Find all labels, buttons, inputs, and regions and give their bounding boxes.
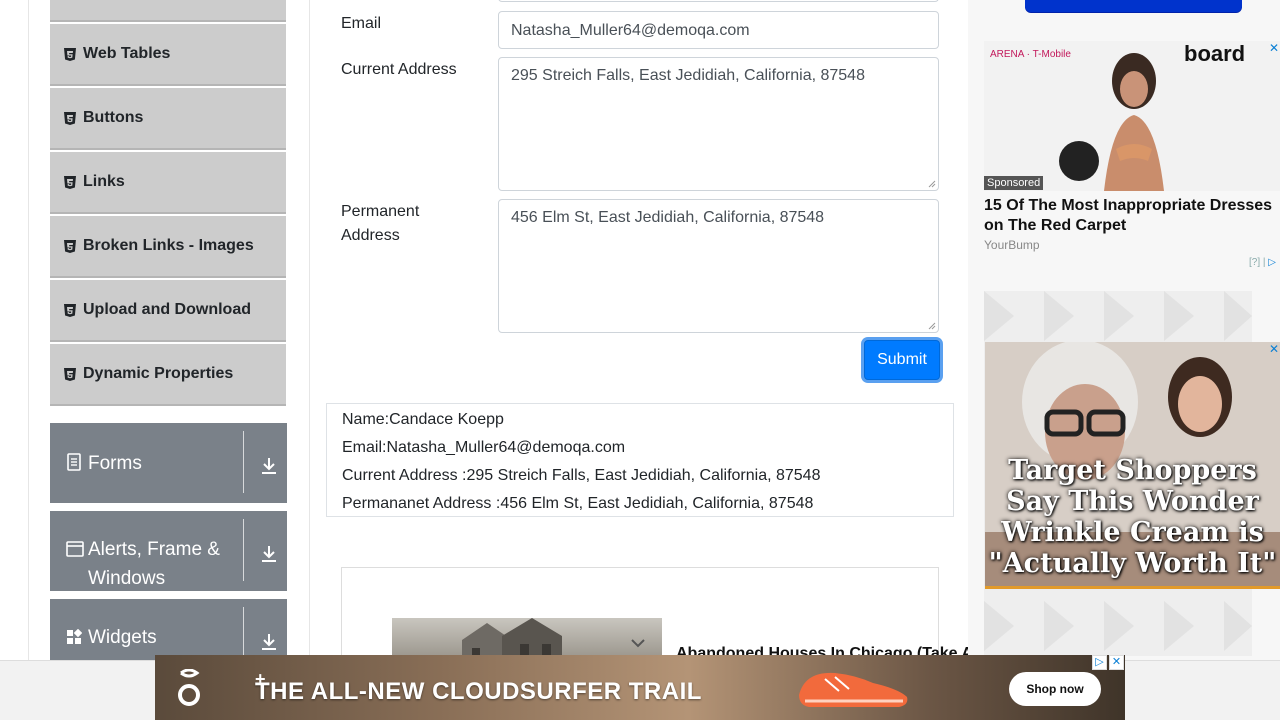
divider: [243, 431, 244, 493]
adchoices-icon[interactable]: ▷: [1092, 655, 1107, 670]
ad-source: YourBump: [984, 238, 1040, 252]
bottom-ad-headline: THE ALL-NEW CLOUDSURFER TRAIL: [255, 678, 702, 705]
group-label: Widgets: [88, 627, 157, 648]
current-address-field[interactable]: 295 Streich Falls, East Jedidiah, Califo…: [498, 57, 939, 191]
resize-handle-icon[interactable]: [928, 180, 936, 188]
sidebar-item-web-tables[interactable]: Web Tables: [50, 24, 286, 86]
sidebar-item-upload-download[interactable]: Upload and Download: [50, 280, 286, 342]
ad-text: Target Shoppers Say This Wonder Wrinkle …: [988, 455, 1277, 579]
permanent-address-field[interactable]: 456 Elm St, East Jedidiah, California, 8…: [498, 199, 939, 333]
ad-info-link: [?]: [1249, 257, 1261, 268]
sidebar-item-label: Upload and Download: [83, 301, 251, 318]
output-panel: Name:Candace Koepp Email:Natasha_Muller6…: [326, 403, 954, 517]
output-name: Name:Candace Koepp: [342, 411, 504, 428]
html5-icon: [64, 303, 76, 317]
permanent-address-value: 456 Elm St, East Jedidiah, California, 8…: [511, 209, 825, 226]
html5-icon: [64, 239, 76, 253]
html5-icon: [64, 175, 76, 189]
sidebar-item-broken-links[interactable]: Broken Links - Images: [50, 216, 286, 278]
email-label: Email: [341, 15, 382, 32]
svg-text:board: board: [1184, 41, 1245, 66]
sidebar-item-label: Buttons: [83, 109, 144, 126]
divider: [243, 519, 244, 581]
ad-image[interactable]: ARENA · T-Mobile board: [984, 41, 1280, 191]
group-label: Forms: [88, 453, 142, 474]
close-icon[interactable]: ✕: [1268, 343, 1280, 355]
close-icon[interactable]: ✕: [1268, 42, 1280, 54]
resize-handle-icon[interactable]: [928, 322, 936, 330]
sidebar-item-dynamic-properties[interactable]: Dynamic Properties: [50, 344, 286, 406]
ad-title[interactable]: 15 Of The Most Inappropriate Dresses on …: [984, 196, 1276, 236]
ad-info[interactable]: [?] | ▷: [1249, 257, 1276, 268]
document-icon: [66, 453, 84, 471]
permanent-address-label: Permanent Address: [341, 203, 420, 244]
ad-wrinkle-cream[interactable]: Target Shoppers Say This Wonder Wrinkle …: [985, 342, 1280, 589]
close-icon[interactable]: ✕: [1109, 655, 1124, 670]
sidebar-item-label: Broken Links - Images: [83, 237, 254, 254]
group-label: Alerts, Frame & Windows: [88, 539, 220, 589]
celebrity-photo-icon: ARENA · T-Mobile board: [984, 41, 1280, 191]
shop-now-button[interactable]: Shop now: [1009, 672, 1101, 706]
window-icon: [66, 541, 84, 559]
widgets-icon: [66, 628, 84, 647]
download-icon[interactable]: [260, 631, 278, 651]
download-icon[interactable]: [260, 543, 278, 563]
sidebar-item-label: Links: [83, 173, 125, 190]
download-icon[interactable]: [260, 455, 278, 475]
previous-input-edge: [498, 0, 939, 2]
html5-icon: [64, 111, 76, 125]
output-email: Email:Natasha_Muller64@demoqa.com: [342, 439, 626, 456]
html5-icon: [64, 367, 76, 381]
sidebar-item-label: Web Tables: [83, 45, 171, 62]
ad-top-button[interactable]: [1025, 0, 1242, 12]
submit-button[interactable]: Submit: [864, 340, 940, 380]
sponsored-badge: Sponsored: [984, 176, 1044, 190]
current-address-label: Current Address: [341, 61, 457, 78]
html5-icon: [64, 47, 76, 61]
sidebar-item-previous[interactable]: [50, 0, 286, 22]
email-field[interactable]: Natasha_Muller64@demoqa.com: [498, 11, 939, 49]
adchoices-icon: ▷: [1268, 257, 1276, 268]
output-current-address: Current Address :295 Streich Falls, East…: [342, 467, 821, 484]
shoe-icon: [799, 672, 908, 707]
current-address-value: 295 Streich Falls, East Jedidiah, Califo…: [511, 67, 865, 84]
sidebar-item-links[interactable]: Links: [50, 152, 286, 214]
group-alerts-frame-windows[interactable]: Alerts, Frame & Windows: [50, 511, 287, 591]
svg-text:ARENA · T-Mobile: ARENA · T-Mobile: [990, 49, 1071, 60]
sidebar-item-buttons[interactable]: Buttons: [50, 88, 286, 150]
bottom-banner-ad[interactable]: + THE ALL-NEW CLOUDSURFER TRAIL Shop now: [155, 655, 1125, 720]
output-permanent-address: Permananet Address :456 Elm St, East Jed…: [342, 495, 814, 512]
sidebar-item-label: Dynamic Properties: [83, 365, 234, 382]
on-logo-icon: [178, 669, 200, 706]
group-forms[interactable]: Forms: [50, 423, 287, 503]
